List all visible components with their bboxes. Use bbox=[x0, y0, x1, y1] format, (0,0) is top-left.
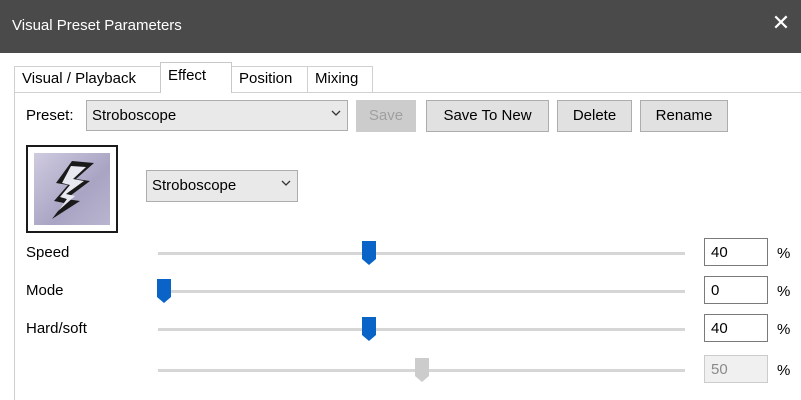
effect-icon-box bbox=[26, 145, 118, 233]
param-unit: % bbox=[777, 321, 791, 338]
param-value-field[interactable]: 40 bbox=[704, 314, 768, 342]
slider-thumb[interactable] bbox=[157, 279, 171, 303]
panel-border bbox=[14, 92, 15, 400]
slider-track[interactable] bbox=[158, 328, 685, 331]
param-label: Hard/soft bbox=[26, 320, 87, 337]
slider-thumb[interactable] bbox=[361, 241, 376, 265]
delete-button-label: Delete bbox=[572, 107, 617, 124]
tab-label: Mixing bbox=[315, 70, 359, 87]
param-value-field: 50 bbox=[704, 355, 768, 383]
save-to-new-button-label: Save To New bbox=[443, 107, 532, 124]
tab-label: Visual / Playback bbox=[22, 70, 136, 87]
tab-label: Effect bbox=[168, 67, 207, 84]
slider-track[interactable] bbox=[158, 290, 685, 293]
window-title: Visual Preset Parameters bbox=[12, 17, 182, 34]
chevron-down-icon bbox=[331, 110, 341, 116]
save-button-label: Save bbox=[368, 107, 404, 124]
tab-strip: Visual / Playback Effect Position Mixing bbox=[0, 62, 801, 93]
title-bar: Visual Preset Parameters ✕ bbox=[0, 0, 801, 53]
save-to-new-button[interactable]: Save To New bbox=[426, 100, 549, 132]
lightning-bolt-icon bbox=[52, 161, 94, 219]
rename-button-label: Rename bbox=[655, 107, 713, 124]
delete-button[interactable]: Delete bbox=[557, 100, 632, 132]
slider-thumb[interactable] bbox=[361, 317, 376, 341]
param-unit: % bbox=[777, 245, 791, 262]
param-unit: % bbox=[777, 362, 791, 379]
tab-mixing[interactable]: Mixing bbox=[307, 66, 373, 92]
tab-divider bbox=[14, 92, 801, 93]
effect-select[interactable]: Stroboscope bbox=[146, 170, 298, 202]
effect-select-value: Stroboscope bbox=[152, 177, 237, 194]
chevron-down-icon bbox=[281, 180, 291, 186]
tab-visual-playback[interactable]: Visual / Playback bbox=[14, 66, 161, 92]
preset-select[interactable]: Stroboscope bbox=[86, 100, 348, 131]
param-unit: % bbox=[777, 283, 791, 300]
rename-button[interactable]: Rename bbox=[640, 100, 728, 132]
preset-select-value: Stroboscope bbox=[92, 107, 177, 124]
preset-label: Preset: bbox=[26, 107, 74, 124]
save-button[interactable]: Save bbox=[356, 100, 416, 132]
tab-effect[interactable]: Effect bbox=[160, 62, 232, 93]
slider-track[interactable] bbox=[158, 252, 685, 255]
param-value-field[interactable]: 0 bbox=[704, 276, 768, 304]
tab-label: Position bbox=[239, 70, 293, 87]
slider-thumb bbox=[414, 358, 429, 382]
tab-position[interactable]: Position bbox=[231, 66, 308, 92]
param-label: Speed bbox=[26, 244, 70, 261]
close-icon[interactable]: ✕ bbox=[769, 12, 793, 34]
param-value-field[interactable]: 40 bbox=[704, 238, 768, 266]
param-label: Mode bbox=[26, 282, 64, 299]
